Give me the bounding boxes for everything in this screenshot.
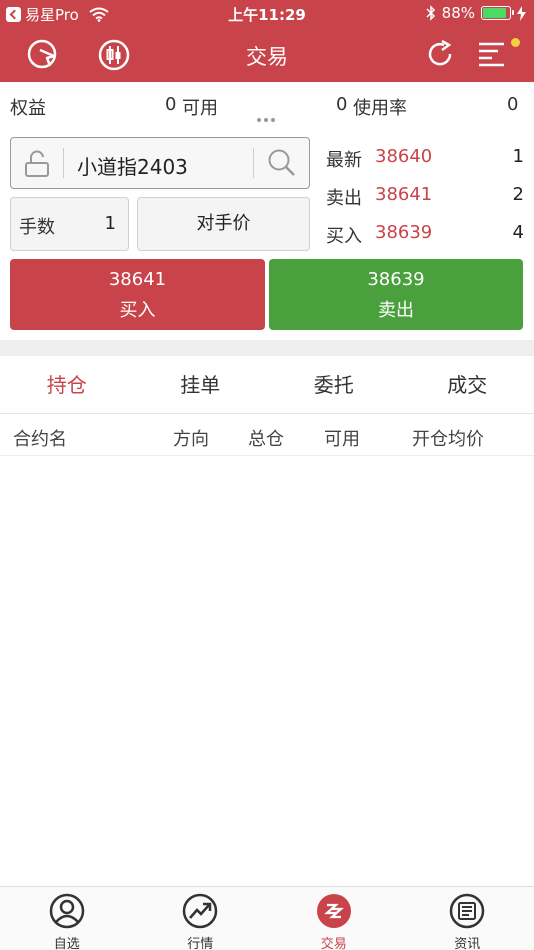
divider (63, 148, 64, 178)
user-icon (49, 893, 84, 929)
tab-fills[interactable]: 成交 (401, 356, 534, 413)
usage-label: 使用率 (353, 98, 407, 119)
nav-bar: 交易 (0, 28, 534, 82)
available-value: 0 (336, 94, 348, 115)
status-bar: 易星Pro 上午11:29 88% (0, 0, 534, 28)
quote-volume: 4 (512, 222, 524, 243)
battery-percent: 88% (441, 4, 475, 22)
tab-label: 行情 (187, 937, 214, 950)
available-label: 可用 (182, 98, 218, 119)
notification-dot (511, 38, 520, 47)
column-header: 方向 (173, 429, 209, 450)
usage-value: 0 (507, 94, 519, 115)
divider (253, 148, 254, 178)
tab-orders[interactable]: 委托 (267, 356, 401, 413)
equity-value: 0 (165, 94, 177, 115)
trade-icon (316, 894, 351, 928)
battery-fill (483, 8, 506, 18)
column-header: 合约名 (13, 429, 67, 450)
menu-icon[interactable] (476, 38, 510, 72)
quote-price: 38641 (375, 184, 433, 205)
buy-price: 38641 (108, 269, 167, 290)
quote-row-bid[interactable]: 买入 38639 4 (326, 216, 526, 254)
tab-label: 资讯 (454, 937, 481, 950)
news-icon (450, 893, 485, 929)
tab-market[interactable]: 行情 (134, 887, 268, 950)
price-type-button[interactable]: 对手价 (137, 197, 310, 251)
expand-dots-icon[interactable] (257, 118, 275, 122)
refresh-icon[interactable] (424, 38, 458, 72)
quote-volume: 2 (512, 184, 524, 205)
tab-watchlist[interactable]: 自选 (0, 887, 134, 950)
unlock-icon[interactable] (23, 150, 51, 178)
quote-label: 买入 (326, 226, 362, 247)
bottom-tab-bar: 自选 行情 交易 资讯 (0, 886, 534, 950)
search-icon[interactable] (267, 148, 297, 178)
quote-label: 最新 (326, 150, 362, 171)
trend-up-icon (183, 893, 218, 929)
sell-label: 卖出 (378, 300, 414, 321)
column-header: 总仓 (248, 429, 284, 450)
quote-row-last[interactable]: 最新 38640 1 (326, 140, 526, 178)
quote-label: 卖出 (326, 188, 362, 209)
equity-label: 权益 (10, 98, 46, 119)
buy-label: 买入 (119, 300, 156, 321)
contract-name[interactable]: 小道指2403 (77, 151, 188, 180)
quote-price: 38640 (375, 146, 433, 167)
quote-panel: 最新 38640 1 卖出 38641 2 买入 38639 4 (326, 140, 526, 254)
tab-trade[interactable]: 交易 (267, 887, 401, 950)
contract-selector[interactable]: 小道指2403 (10, 137, 310, 189)
column-header: 可用 (324, 429, 360, 450)
quote-row-ask[interactable]: 卖出 38641 2 (326, 178, 526, 216)
sell-button[interactable]: 38639 卖出 (269, 259, 523, 330)
tab-pending[interactable]: 挂单 (134, 356, 268, 413)
battery-icon (481, 6, 514, 20)
quantity-stepper[interactable]: 手数 1 (10, 197, 129, 251)
quote-price: 38639 (375, 222, 433, 243)
section-divider (0, 340, 534, 356)
quantity-label: 手数 (19, 217, 55, 238)
tab-label: 自选 (53, 937, 80, 950)
order-tabs: 持仓 挂单 委托 成交 (0, 356, 534, 414)
column-header: 开仓均价 (412, 429, 484, 450)
tab-label: 交易 (320, 937, 347, 950)
quote-volume: 1 (512, 146, 524, 167)
positions-table-header: 合约名 方向 总仓 可用 开仓均价 (0, 414, 534, 456)
quantity-value[interactable]: 1 (105, 213, 116, 234)
buy-button[interactable]: 38641 买入 (10, 259, 265, 330)
sell-price: 38639 (367, 269, 425, 290)
tab-news[interactable]: 资讯 (401, 887, 534, 950)
bluetooth-icon (426, 5, 435, 21)
charging-icon (517, 5, 526, 21)
tab-positions[interactable]: 持仓 (0, 356, 134, 413)
